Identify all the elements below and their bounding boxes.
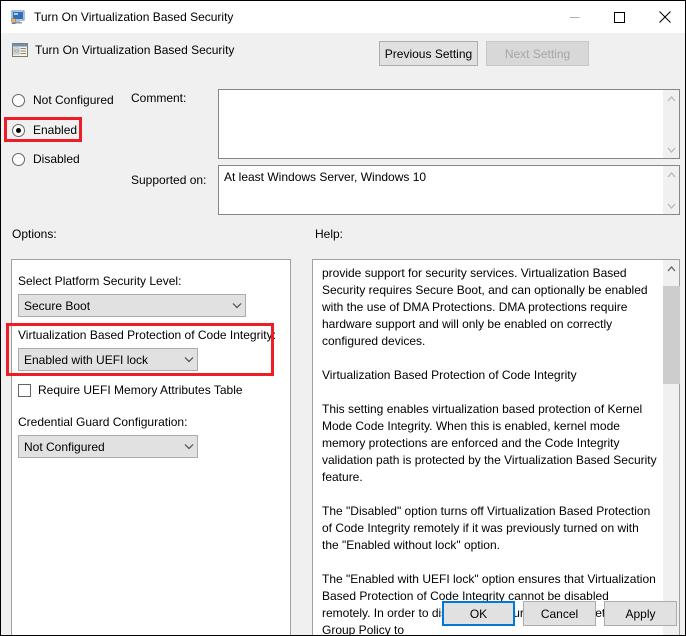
help-panel: provide support for security services. V… [312,259,680,636]
group-policy-setting-window: Turn On Virtualization Based Security Tu… [0,0,686,636]
supported-on-scrollbar[interactable] [662,166,679,214]
title-bar: Turn On Virtualization Based Security [1,1,685,33]
ok-button[interactable]: OK [442,601,515,626]
code-integrity-value: Enabled with UEFI lock [24,352,149,367]
radio-enabled-label: Enabled [33,123,78,137]
supported-on-label: Supported on: [131,173,207,187]
radio-enabled-mark [12,123,25,137]
require-uefi-mat-checkbox-mark [18,383,31,397]
radio-not-configured[interactable]: Not Configured [12,93,114,107]
options-panel: Select Platform Security Level: Secure B… [11,259,291,635]
chevron-down-icon [228,302,245,309]
comment-scroll-up-icon[interactable] [663,90,679,107]
platform-security-level-dropdown[interactable]: Secure Boot [18,294,246,317]
next-setting-button[interactable]: Next Setting [486,41,589,66]
comment-textbox[interactable] [218,89,680,159]
radio-not-configured-label: Not Configured [33,93,114,107]
platform-security-level-value: Secure Boot [24,298,91,313]
help-scrollbar[interactable] [662,260,680,635]
computer-monitor-icon [10,9,26,25]
help-scroll-thumb[interactable] [663,286,680,384]
comment-scroll-down-icon[interactable] [663,141,679,158]
supported-on-textbox[interactable]: At least Windows Server, Windows 10 [218,165,680,215]
supported-on-scroll-up-icon[interactable] [663,166,679,183]
comment-scrollbar[interactable] [662,90,679,158]
apply-button[interactable]: Apply [604,601,677,626]
options-caption: Options: [12,227,57,241]
comment-label: Comment: [131,91,187,105]
credential-guard-label: Credential Guard Configuration: [18,415,188,429]
help-text: provide support for security services. V… [322,266,657,636]
minimize-button[interactable] [552,2,597,33]
cancel-button[interactable]: Cancel [523,601,596,626]
supported-on-value: At least Windows Server, Windows 10 [224,170,427,184]
dialog-body: Not Configured Enabled Disabled Comment: [1,81,685,635]
window-title: Turn On Virtualization Based Security [34,10,234,24]
require-uefi-mat-label: Require UEFI Memory Attributes Table [38,383,243,397]
code-integrity-label: Virtualization Based Protection of Code … [18,328,276,342]
require-uefi-mat-checkbox[interactable]: Require UEFI Memory Attributes Table [18,383,243,397]
radio-not-configured-mark [12,93,25,107]
policy-document-icon [11,41,29,59]
radio-disabled-label: Disabled [33,152,80,166]
close-button[interactable] [642,2,685,33]
setting-title: Turn On Virtualization Based Security [35,43,235,57]
supported-on-scroll-down-icon[interactable] [663,197,679,214]
platform-security-level-label: Select Platform Security Level: [18,274,182,288]
radio-disabled-mark [12,152,25,166]
credential-guard-dropdown[interactable]: Not Configured [18,435,198,458]
chevron-down-icon [180,443,197,450]
previous-setting-button[interactable]: Previous Setting [379,41,478,66]
credential-guard-value: Not Configured [24,439,105,454]
setting-header: Turn On Virtualization Based Security Pr… [1,33,685,82]
radio-disabled[interactable]: Disabled [12,152,80,166]
help-caption: Help: [315,227,344,241]
maximize-button[interactable] [597,2,642,33]
chevron-down-icon [180,356,197,363]
code-integrity-dropdown[interactable]: Enabled with UEFI lock [18,348,198,371]
radio-enabled[interactable]: Enabled [12,123,77,137]
help-scroll-up-icon[interactable] [663,260,680,277]
